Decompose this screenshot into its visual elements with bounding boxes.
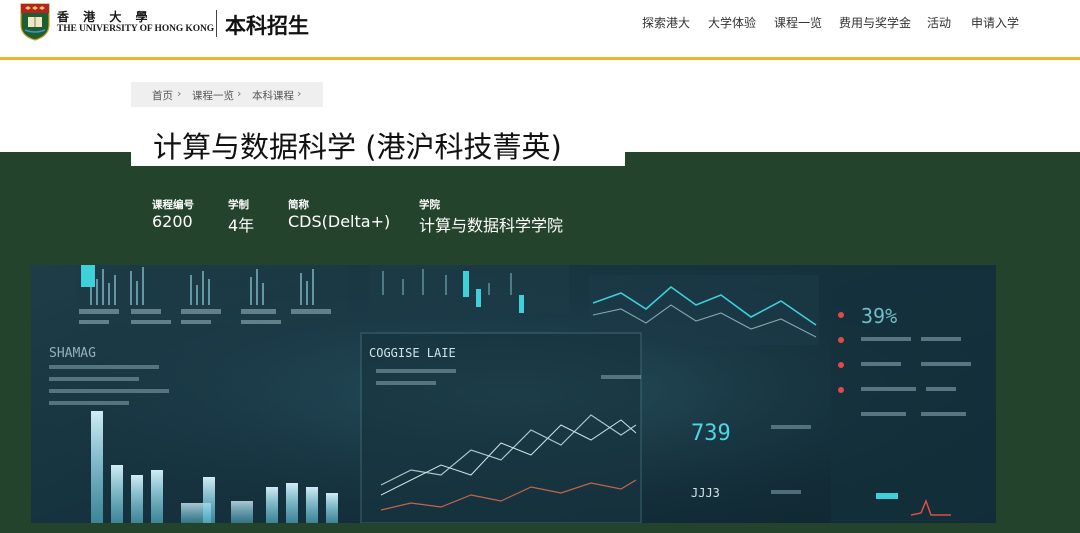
- nav-item-experience[interactable]: 大学体验: [708, 14, 756, 31]
- line-chart-center: COGGISE LAIE: [360, 332, 642, 523]
- nav-item-fees[interactable]: 费用与奖学金: [839, 14, 911, 31]
- meta-value-duration: 4年: [228, 216, 255, 235]
- banner-text-number: 739: [691, 421, 731, 446]
- meta-label-code: 课程编号: [152, 199, 194, 211]
- banner-text-code: JJJ3: [691, 486, 720, 500]
- nav-item-events[interactable]: 活动: [927, 14, 951, 31]
- banner-text-panel-title: COGGISE LAIE: [369, 346, 456, 360]
- hku-crest-logo[interactable]: [20, 3, 50, 41]
- site-title[interactable]: 本科招生: [225, 10, 309, 40]
- data-dashboard-illustration: 39% SHAMAG COGGISE LAIE 739 JJJ3: [31, 265, 996, 523]
- header-divider: [216, 10, 217, 37]
- chevron-right-icon: ›: [297, 87, 302, 100]
- stats-panel-right: 39%: [831, 265, 996, 523]
- banner-text-percent: 39%: [861, 304, 897, 328]
- chevron-right-icon: ›: [237, 87, 242, 100]
- meta-label-abbreviation: 简称: [288, 199, 309, 211]
- site-header: 香 港 大 學 THE UNIVERSITY OF HONG KONG 本科招生…: [0, 0, 1080, 60]
- banner-text-shamag: SHAMAG: [49, 346, 96, 361]
- nav-item-apply[interactable]: 申请入学: [971, 14, 1019, 31]
- meta-label-duration: 学制: [228, 199, 249, 211]
- candlestick-panel: [369, 265, 569, 313]
- nav-item-explore[interactable]: 探索港大: [642, 14, 690, 31]
- meta-value-abbreviation: CDS(Delta+): [288, 212, 391, 231]
- meta-value-code: 6200: [152, 212, 193, 231]
- hero-banner-image: 39% SHAMAG COGGISE LAIE 739 JJJ3: [31, 265, 996, 523]
- university-name-en: THE UNIVERSITY OF HONG KONG: [57, 24, 215, 34]
- breadcrumb-home[interactable]: 首页: [152, 88, 173, 103]
- chevron-right-icon: ›: [177, 87, 182, 100]
- bar-panel-top-left: [76, 265, 346, 325]
- title-box: 计算与数据科学 (港沪科技菁英): [131, 115, 625, 166]
- nav-item-programmes[interactable]: 课程一览: [774, 14, 822, 31]
- breadcrumb-undergraduate[interactable]: 本科课程: [252, 88, 294, 103]
- page-title: 计算与数据科学 (港沪科技菁英): [153, 130, 562, 164]
- meta-value-faculty[interactable]: 计算与数据科学学院: [419, 212, 563, 236]
- breadcrumb-programmes[interactable]: 课程一览: [192, 88, 234, 103]
- breadcrumb: 首页 › 课程一览 › 本科课程 ›: [131, 82, 323, 107]
- university-name-cn: 香 港 大 學: [57, 10, 153, 24]
- meta-label-faculty: 学院: [419, 199, 440, 211]
